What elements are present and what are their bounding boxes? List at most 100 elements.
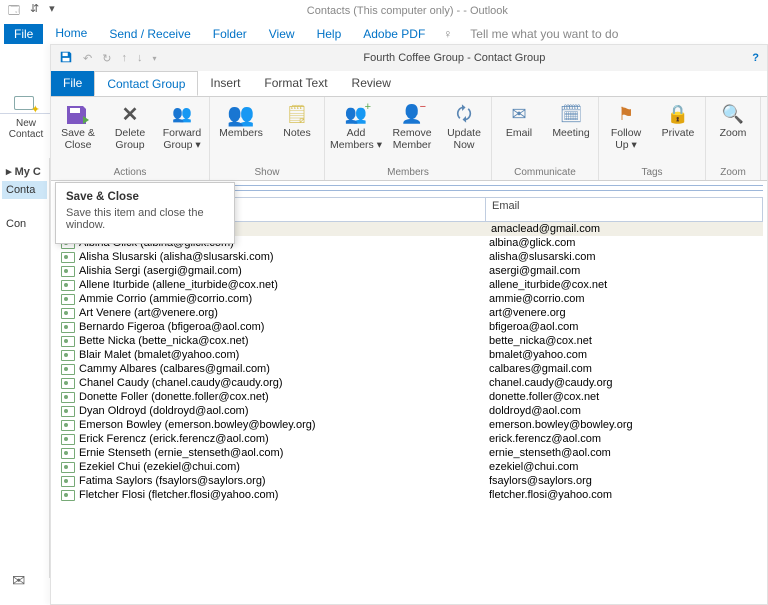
remove-member-icon: 👤−: [398, 103, 426, 127]
member-row[interactable]: Allene Iturbide (allene_iturbide@cox.net…: [55, 278, 763, 292]
member-name: Dyan Oldroyd (doldroyd@aol.com): [79, 404, 489, 418]
member-name: Fatima Saylors (fsaylors@saylors.org): [79, 474, 489, 488]
dlg-tab-insert[interactable]: Insert: [198, 71, 252, 96]
tellme-bulb-icon: ♀: [437, 24, 458, 44]
main-tab-help[interactable]: Help: [307, 24, 352, 44]
nav-group-mycontacts[interactable]: ▸ My C: [2, 162, 47, 181]
member-row[interactable]: Ammie Corrio (ammie@corrio.com)ammie@cor…: [55, 292, 763, 306]
delete-group-button[interactable]: ✕ Delete Group: [107, 101, 153, 153]
contact-icon: [61, 378, 75, 389]
member-row[interactable]: Fletcher Flosi (fletcher.flosi@yahoo.com…: [55, 488, 763, 502]
dlg-tab-formattext[interactable]: Format Text: [252, 71, 339, 96]
member-row[interactable]: Fatima Saylors (fsaylors@saylors.org)fsa…: [55, 474, 763, 488]
ribbon-group-members: 👥+ Add Members ▾ 👤− Remove Member 🗘 Upda…: [325, 97, 492, 180]
member-row[interactable]: Dyan Oldroyd (doldroyd@aol.com)doldroyd@…: [55, 404, 763, 418]
member-name: Art Venere (art@venere.org): [79, 306, 489, 320]
ribbon-group-show: 👥 Members 🗒 Notes Show: [210, 97, 325, 180]
notes-icon: 🗒: [283, 103, 311, 127]
member-row[interactable]: Donette Foller (donette.foller@cox.net)d…: [55, 390, 763, 404]
contact-group-window: ↶ ↻ ↑ ↓ ▾ Fourth Coffee Group - Contact …: [50, 44, 768, 605]
email-button[interactable]: ✉ Email: [496, 101, 542, 142]
contact-icon: [61, 434, 75, 445]
member-email: calbares@gmail.com: [489, 362, 757, 376]
member-name: Erick Ferencz (erick.ferencz@aol.com): [79, 432, 489, 446]
meeting-button[interactable]: 🗓 Meeting: [548, 101, 594, 142]
qat-sendall-icon[interactable]: ⇵: [30, 2, 39, 21]
member-name: Fletcher Flosi (fletcher.flosi@yahoo.com…: [79, 488, 489, 502]
member-name: Ernie Stenseth (ernie_stenseth@aol.com): [79, 446, 489, 460]
main-tellme[interactable]: Tell me what you want to do: [460, 24, 628, 44]
members-button[interactable]: 👥 Members: [214, 101, 268, 142]
member-email: donette.foller@cox.net: [489, 390, 757, 404]
main-tab-folder[interactable]: Folder: [203, 24, 257, 44]
member-row[interactable]: Bernardo Figeroa (bfigeroa@aol.com)bfige…: [55, 320, 763, 334]
contact-icon: [61, 308, 75, 319]
dlg-tab-file[interactable]: File: [51, 71, 94, 96]
member-row[interactable]: Art Venere (art@venere.org)art@venere.or…: [55, 306, 763, 320]
update-icon: 🗘: [450, 103, 478, 127]
main-tab-file[interactable]: File: [4, 24, 43, 44]
new-contact-button[interactable]: ✦ New Contact: [6, 94, 46, 140]
tooltip-title: Save & Close: [66, 191, 224, 203]
nav-item-contacts-selected[interactable]: Conta: [2, 181, 47, 199]
forward-group-label: Forward Group ▾: [159, 128, 205, 151]
member-row[interactable]: Alisha Slusarski (alisha@slusarski.com)a…: [55, 250, 763, 264]
group-label-tags: Tags: [641, 166, 662, 180]
qat-save-icon[interactable]: 🗔: [8, 2, 20, 21]
member-email: fsaylors@saylors.org: [489, 474, 757, 488]
zoom-label: Zoom: [720, 128, 747, 140]
member-row[interactable]: Cammy Albares (calbares@gmail.com)calbar…: [55, 362, 763, 376]
meeting-label: Meeting: [552, 128, 589, 140]
member-email: asergi@gmail.com: [489, 264, 757, 278]
nav-item-contacts[interactable]: Con: [2, 215, 47, 233]
dialog-titlebar: ↶ ↻ ↑ ↓ ▾ Fourth Coffee Group - Contact …: [51, 45, 767, 71]
qat-save-icon[interactable]: [59, 50, 73, 67]
followup-label: Follow Up ▾: [603, 128, 649, 151]
qat-up-icon[interactable]: ↑: [121, 52, 127, 64]
member-email: bette_nicka@cox.net: [489, 334, 757, 348]
meeting-icon: 🗓: [557, 103, 585, 127]
qat-undo-icon[interactable]: ↶: [83, 52, 92, 65]
col-email[interactable]: Email: [486, 198, 762, 221]
member-list: Albina Glick (albina@glick.com)albina@gl…: [55, 236, 763, 502]
private-button[interactable]: 🔒 Private: [655, 101, 701, 142]
tooltip-body: Save this item and close the window.: [66, 207, 224, 231]
member-row[interactable]: Alishia Sergi (asergi@gmail.com)asergi@g…: [55, 264, 763, 278]
member-row[interactable]: Ernie Stenseth (ernie_stenseth@aol.com)e…: [55, 446, 763, 460]
dlg-tab-review[interactable]: Review: [340, 71, 403, 96]
member-email: doldroyd@aol.com: [489, 404, 757, 418]
zoom-button[interactable]: 🔍 Zoom: [710, 101, 756, 142]
member-row[interactable]: Erick Ferencz (erick.ferencz@aol.com)eri…: [55, 432, 763, 446]
email-icon: ✉: [505, 103, 533, 127]
main-tab-sendreceive[interactable]: Send / Receive: [99, 24, 200, 44]
mail-module-icon[interactable]: ✉: [12, 571, 25, 591]
save-close-label: Save & Close: [55, 128, 101, 151]
member-row[interactable]: Chanel Caudy (chanel.caudy@caudy.org)cha…: [55, 376, 763, 390]
member-row[interactable]: Bette Nicka (bette_nicka@cox.net)bette_n…: [55, 334, 763, 348]
main-window-title: Contacts (This computer only) - - Outloo…: [55, 5, 760, 17]
main-tab-home[interactable]: Home: [45, 23, 97, 44]
forward-group-button[interactable]: 👥 Forward Group ▾: [159, 101, 205, 153]
email-label: Email: [506, 128, 532, 140]
qat-down-icon[interactable]: ↓: [137, 52, 143, 64]
main-tab-view[interactable]: View: [259, 24, 305, 44]
contact-icon: [61, 266, 75, 277]
member-email: erick.ferencz@aol.com: [489, 432, 757, 446]
followup-button[interactable]: ⚑ Follow Up ▾: [603, 101, 649, 153]
remove-member-button[interactable]: 👤− Remove Member: [389, 101, 435, 153]
notes-button[interactable]: 🗒 Notes: [274, 101, 320, 142]
member-row[interactable]: Ezekiel Chui (ezekiel@chui.com)ezekiel@c…: [55, 460, 763, 474]
update-now-button[interactable]: 🗘 Update Now: [441, 101, 487, 153]
member-email: ammie@corrio.com: [489, 292, 757, 306]
main-tab-adobe[interactable]: Adobe PDF: [353, 24, 435, 44]
qat-redo-icon[interactable]: ↻: [102, 52, 111, 65]
contact-icon: [61, 392, 75, 403]
dlg-tab-contactgroup[interactable]: Contact Group: [94, 71, 198, 96]
save-close-button[interactable]: Save & Close: [55, 101, 101, 153]
notes-label: Notes: [283, 128, 310, 140]
help-button[interactable]: ?: [752, 52, 759, 64]
member-row[interactable]: Emerson Bowley (emerson.bowley@bowley.or…: [55, 418, 763, 432]
member-name: Emerson Bowley (emerson.bowley@bowley.or…: [79, 418, 489, 432]
add-members-button[interactable]: 👥+ Add Members ▾: [329, 101, 383, 153]
member-row[interactable]: Blair Malet (bmalet@yahoo.com)bmalet@yah…: [55, 348, 763, 362]
